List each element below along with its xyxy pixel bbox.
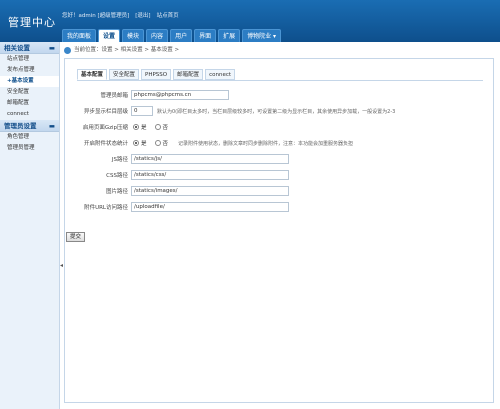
admin-email-field[interactable]: phpcms@phpcms.cn [131,90,229,100]
form-row-async-category: 异步显示栏目层级 0 默认为0(即栏目太多时，当栏目层级较多时，可设置第二级为显… [77,105,395,117]
form-row-img-path: 图片路径 /statics/images/ [77,185,289,197]
field-label: 图片路径 [105,189,128,195]
settings-form: 管理员邮箱 phpcms@phpcms.cn 异步显示栏目层级 0 默认为0(即… [77,80,483,212]
gzip-no-radio[interactable] [154,124,161,130]
form-row-attachment-stats: 开启附件状态统计 是 否 记录附件使用状态，删除文章时同步删除附件，注意：本功能… [77,137,353,149]
nav-tab-content[interactable]: 内容 [146,29,169,42]
sidebar-item-email[interactable]: 邮箱配置 [0,98,59,109]
async-category-field[interactable]: 0 [131,106,153,116]
settings-tabs: 基本配置 安全配置 PHPSSO 邮箱配置 connect [77,69,236,80]
js-path-field[interactable]: /statics/js/ [131,154,289,164]
breadcrumb-text: 当前位置：设置 > 相关设置 > 基本设置 > [74,47,180,53]
attachment-stats-yes-radio[interactable] [133,140,139,146]
sidebar-section-title: 管理员设置 [4,122,37,130]
top-header: 管理中心 您好！admin [超级管理员] [退出] 站点首页 我的面板 设置 … [0,0,500,42]
nav-tab-settings[interactable]: 设置 [98,29,121,42]
css-path-field[interactable]: /statics/css/ [131,170,289,180]
user-greeting: 您好！admin [超级管理员] [62,13,130,19]
sidebar-item-roles[interactable]: 角色管理 [0,132,59,143]
radio-label: 是 [141,141,147,147]
nav-tab-modules[interactable]: 模块 [122,29,145,42]
home-icon [64,46,71,54]
collapse-arrow-icon[interactable]: ▬ [49,120,55,131]
radio-label: 否 [162,141,169,147]
sidebar-section-related-settings[interactable]: 相关设置 ▬ [0,42,59,54]
form-row-gzip: 启用页面Gzip压缩 是 否 [77,121,174,133]
field-label: 启用页面Gzip压缩 [82,125,128,131]
sidebar-item-basic-settings[interactable]: +基本设置 [0,76,59,87]
sidebar: 相关设置 ▬ 站点管理 发布点管理 +基本设置 安全配置 邮箱配置 connec… [0,42,60,409]
tab-phpsso[interactable]: PHPSSO [141,69,172,80]
tab-connect[interactable]: connect [205,69,236,80]
main-nav: 我的面板 设置 模块 内容 用户 界面 扩展 博物院业 ▾ [62,29,282,42]
sidebar-item-admins[interactable]: 管理员管理 [0,143,59,154]
nav-tab-dashboard[interactable]: 我的面板 [62,29,97,42]
upload-url-field[interactable]: /uploadfile/ [131,202,289,212]
nav-tab-interface[interactable]: 界面 [194,29,217,42]
form-row-css-path: CSS路径 /statics/css/ [77,169,289,181]
field-label: 开启附件状态统计 [83,141,128,147]
field-label: 附件URL访问路径 [84,205,128,211]
sidebar-collapse-icon[interactable]: ◂ [60,262,63,269]
field-label: CSS路径 [106,173,128,179]
attachment-stats-no-radio[interactable] [154,140,161,146]
tab-basic-config[interactable]: 基本配置 [77,69,108,80]
img-path-field[interactable]: /statics/images/ [131,186,289,196]
nav-tab-extensions[interactable]: 扩展 [218,29,241,42]
tab-security-config[interactable]: 安全配置 [109,69,140,80]
sidebar-section-admin-settings[interactable]: 管理员设置 ▬ [0,120,59,132]
nav-tab-museum[interactable]: 博物院业 ▾ [242,29,282,42]
field-hint: 默认为0(即栏目太多时，当栏目层级较多时，可设置第二级为显示栏目，其余使用异步加… [157,108,396,115]
nav-tab-users[interactable]: 用户 [170,29,193,42]
field-label: 管理员邮箱 [100,93,128,99]
form-row-upload-url: 附件URL访问路径 /uploadfile/ [77,201,289,213]
sidebar-item-release-points[interactable]: 发布点管理 [0,65,59,76]
site-home-link[interactable]: 站点首页 [157,11,179,19]
sidebar-item-connect[interactable]: connect [0,109,59,120]
user-info-bar: 您好！admin [超级管理员] [退出] 站点首页 [62,11,179,19]
form-row-admin-email: 管理员邮箱 phpcms@phpcms.cn [77,89,229,101]
form-row-js-path: JS路径 /statics/js/ [77,153,289,165]
main-panel: 基本配置 安全配置 PHPSSO 邮箱配置 connect 管理员邮箱 phpc… [64,58,494,403]
logout-link[interactable]: [退出] [135,11,150,19]
collapse-arrow-icon[interactable]: ▬ [49,42,55,53]
radio-label: 是 [141,125,147,131]
tab-email-config[interactable]: 邮箱配置 [173,69,204,80]
breadcrumb: 当前位置：设置 > 相关设置 > 基本设置 > [64,44,179,56]
sidebar-section-title: 相关设置 [4,44,30,52]
sidebar-item-site-management[interactable]: 站点管理 [0,54,59,65]
gzip-yes-radio[interactable] [133,124,139,130]
sidebar-item-security[interactable]: 安全配置 [0,87,59,98]
field-label: JS路径 [111,157,128,163]
field-label: 异步显示栏目层级 [83,109,128,115]
radio-label: 否 [162,125,169,131]
submit-button[interactable]: 提交 [66,232,86,242]
field-hint: 记录附件使用状态，删除文章时同步删除附件，注意：本功能会加重服务器负担 [178,140,354,147]
app-title: 管理中心 [8,16,56,29]
